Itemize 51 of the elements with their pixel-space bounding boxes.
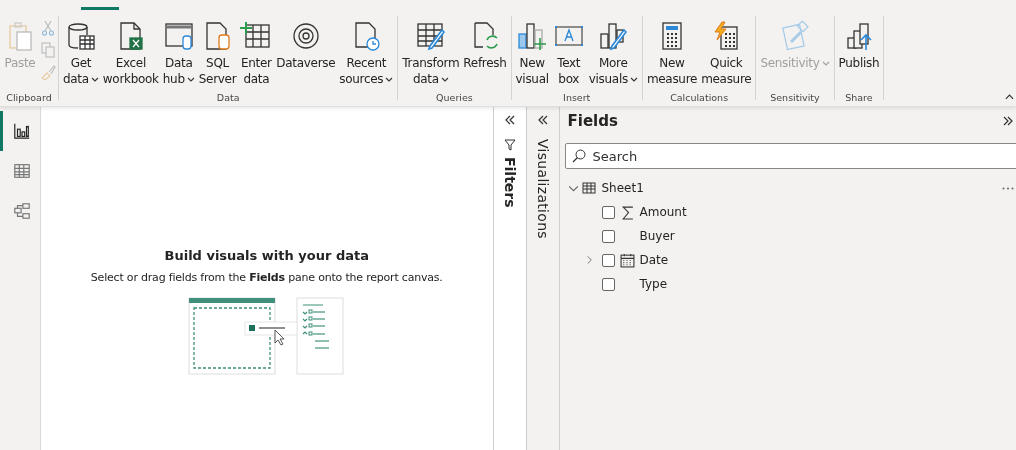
field-name[interactable]: Date: [639, 253, 669, 267]
table-icon: [12, 162, 31, 180]
group-label: Calculations: [669, 92, 730, 105]
group-label: Clipboard: [5, 92, 53, 105]
ribbon-button[interactable]: Quick measure: [699, 18, 754, 89]
group-label: Data: [215, 92, 241, 105]
group-label: Sensitivity: [769, 92, 821, 105]
ribbon-button[interactable]: Data hub: [160, 18, 197, 89]
filters-pane-title[interactable]: Filters: [501, 157, 518, 208]
canvas-title: Build visuals with your data: [164, 248, 369, 263]
checkbox[interactable]: [601, 253, 615, 267]
ribbon-button[interactable]: Refresh: [461, 18, 509, 73]
ribbon-button[interactable]: New visual: [513, 18, 551, 89]
model-icon: [12, 202, 31, 220]
active-tab-underline: [81, 7, 119, 10]
group-label: Insert: [562, 92, 592, 105]
ribbon-button[interactable]: SQL Server: [196, 18, 239, 89]
ribbon-button[interactable]: Dataverse: [274, 18, 338, 73]
ribbon-button[interactable]: Text box: [550, 18, 587, 89]
field-name[interactable]: Amount: [639, 205, 687, 219]
group-label: Share: [844, 92, 874, 105]
ribbon-button[interactable]: Excel workbook: [100, 18, 161, 89]
ribbon-button[interactable]: Get data: [61, 18, 101, 89]
table-name[interactable]: Sheet1: [601, 181, 1002, 195]
field-name[interactable]: Type: [639, 277, 668, 291]
more-options-icon[interactable]: [1002, 186, 1014, 190]
search-icon: [571, 149, 586, 163]
ribbon-button[interactable]: Recent sources: [337, 18, 396, 89]
ribbon-button[interactable]: More visuals: [586, 18, 640, 89]
visualizations-pane-title[interactable]: Visualizations: [534, 139, 551, 239]
ribbon-button[interactable]: Transform data: [400, 18, 462, 89]
fields-pane-title: Fields: [567, 112, 618, 130]
filter-icon: [503, 139, 516, 151]
checkbox[interactable]: [601, 205, 615, 219]
checkbox[interactable]: [601, 277, 615, 291]
bar-chart-icon: [12, 122, 31, 140]
table-icon: [581, 182, 596, 194]
checkbox[interactable]: [601, 229, 615, 243]
calendar-icon: [619, 252, 635, 268]
group-label: Queries: [435, 92, 474, 105]
collapse-ribbon-icon[interactable]: [1005, 94, 1014, 100]
search-field[interactable]: Search: [564, 143, 1016, 169]
canvas-hint: Select or drag fields from the Fields pane onto the report canvas.: [90, 271, 443, 284]
expand-icon[interactable]: [1002, 116, 1014, 126]
field-name[interactable]: Buyer: [639, 229, 675, 243]
collapse-icon[interactable]: [503, 115, 516, 125]
ribbon-button[interactable]: New measure: [644, 18, 700, 89]
ribbon-button[interactable]: Enter data: [238, 18, 275, 89]
ribbon-button[interactable]: Publish: [836, 18, 882, 73]
collapse-icon[interactable]: [536, 115, 549, 125]
sigma-icon: [619, 204, 635, 220]
